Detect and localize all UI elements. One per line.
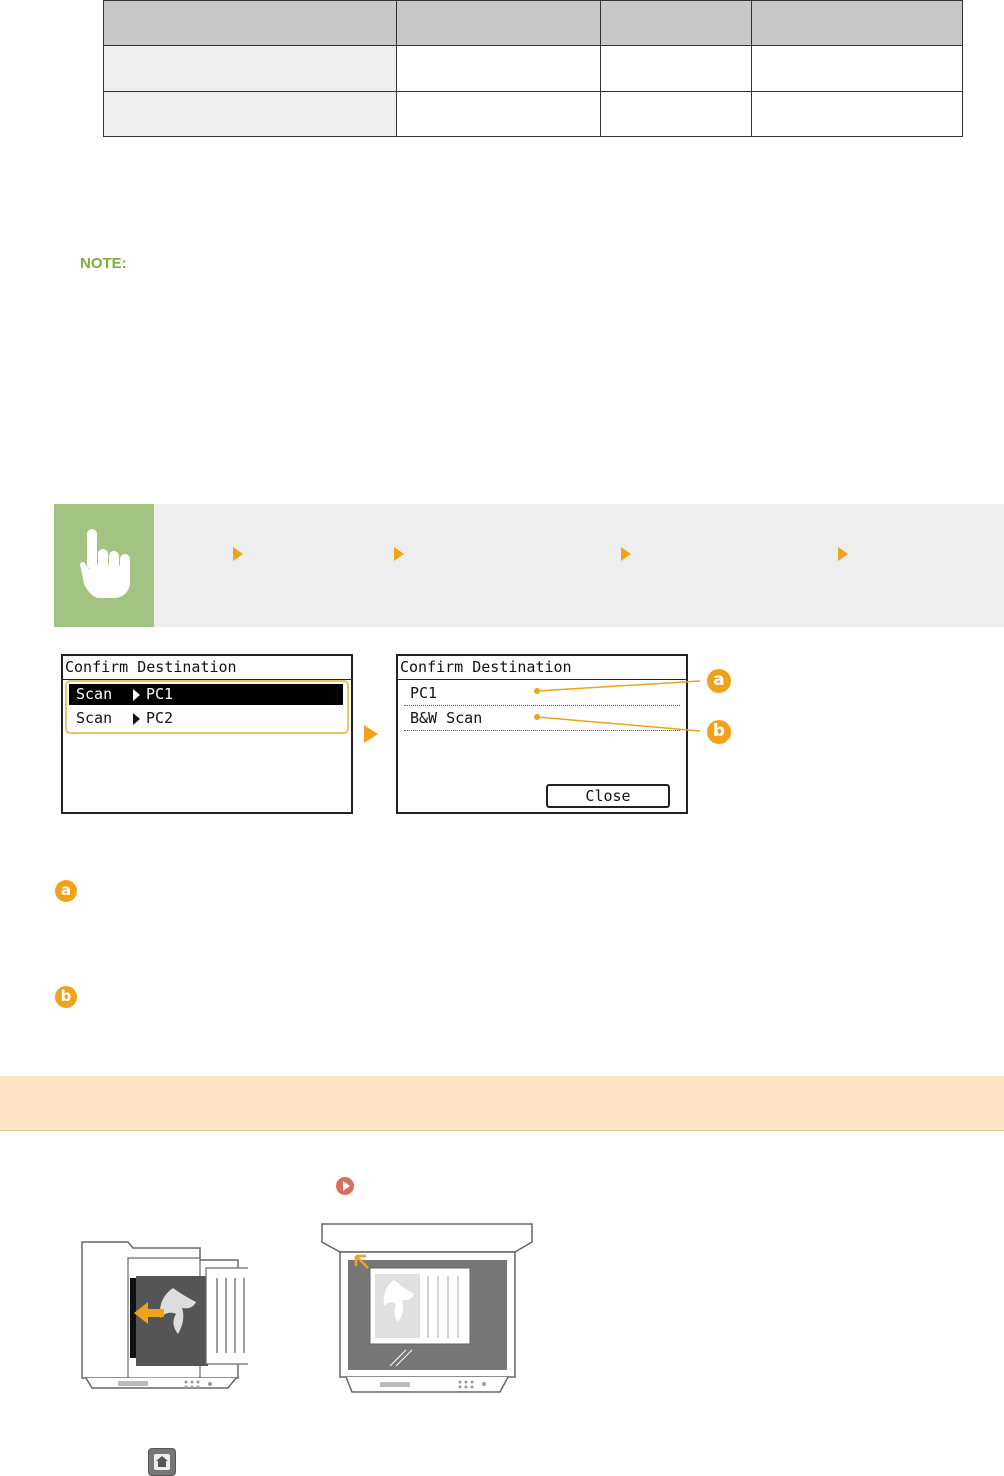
destination-setting: B&W Scan bbox=[410, 709, 483, 727]
right-triangle-arrow-icon bbox=[233, 547, 243, 561]
operation-icon-box bbox=[54, 504, 154, 627]
callout-a-badge: a bbox=[707, 669, 731, 693]
right-triangle-arrow-icon bbox=[394, 547, 404, 561]
home-glyph bbox=[154, 1454, 170, 1470]
table-header-cell bbox=[600, 0, 752, 47]
table-cell bbox=[751, 90, 963, 138]
table-row-header bbox=[103, 45, 397, 92]
table-header-cell bbox=[103, 0, 397, 47]
callout-leaders bbox=[534, 680, 701, 732]
item-label: Scan bbox=[76, 709, 113, 727]
table-header-cell bbox=[751, 0, 963, 47]
lcd-screen-confirm-destination: Confirm Destination Scan PC1 Scan PC2 bbox=[61, 654, 353, 814]
note-label: NOTE: bbox=[80, 255, 127, 272]
table-header-cell bbox=[396, 0, 601, 47]
table-cell bbox=[600, 45, 752, 92]
table-header-row bbox=[103, 0, 963, 47]
screen-title: Confirm Destination bbox=[65, 658, 237, 676]
home-icon[interactable] bbox=[148, 1448, 176, 1476]
hand-pointer-icon bbox=[80, 529, 130, 598]
adf-feeder-illustration bbox=[81, 1241, 248, 1389]
next-arrow-icon bbox=[364, 725, 378, 743]
right-arrow-icon bbox=[133, 713, 140, 725]
legend-b-badge: b bbox=[55, 986, 77, 1008]
right-triangle-arrow-icon bbox=[838, 547, 848, 561]
table-cell bbox=[751, 45, 963, 92]
item-target: PC2 bbox=[146, 709, 174, 727]
section-heading-banner bbox=[0, 1076, 1004, 1130]
operation-bar bbox=[54, 504, 1004, 627]
item-target: PC1 bbox=[146, 685, 174, 703]
play-circle-icon[interactable] bbox=[336, 1177, 354, 1195]
destination-name: PC1 bbox=[410, 684, 438, 702]
right-triangle-arrow-icon bbox=[621, 547, 631, 561]
platen-glass-illustration bbox=[321, 1223, 533, 1393]
banner-divider bbox=[0, 1130, 1004, 1131]
item-label: Scan bbox=[76, 685, 113, 703]
table-row bbox=[103, 90, 963, 138]
close-button[interactable]: Close bbox=[546, 784, 670, 808]
callout-b-badge: b bbox=[707, 720, 731, 744]
table-row-header bbox=[103, 90, 397, 138]
settings-table bbox=[103, 0, 963, 138]
legend-a-badge: a bbox=[55, 880, 77, 902]
destination-item-scan-pc2[interactable]: Scan PC2 bbox=[69, 708, 343, 729]
table-row bbox=[103, 45, 963, 92]
destination-item-scan-pc1[interactable]: Scan PC1 bbox=[69, 684, 343, 705]
table-cell bbox=[396, 45, 601, 92]
table-cell bbox=[600, 90, 752, 138]
right-arrow-icon bbox=[133, 689, 140, 701]
table-cell bbox=[396, 90, 601, 138]
